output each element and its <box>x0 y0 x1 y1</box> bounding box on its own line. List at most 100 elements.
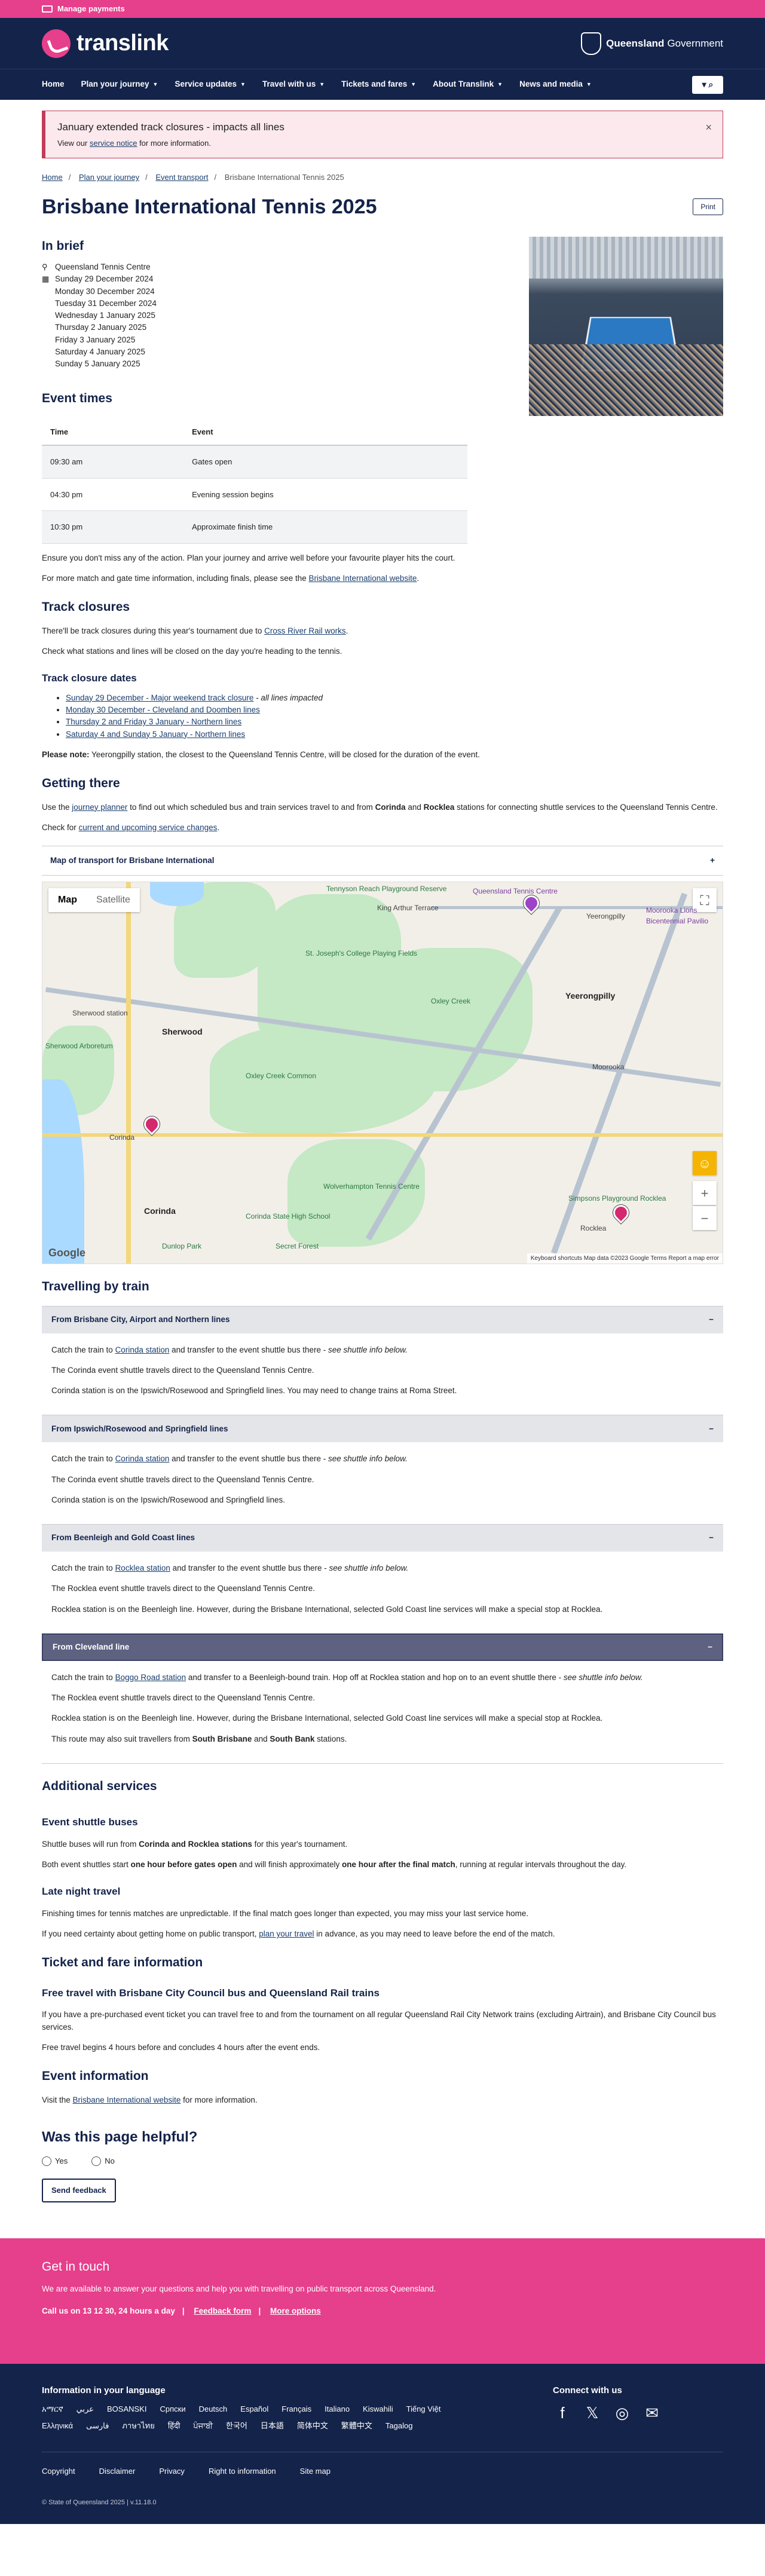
brisbane-international-website-link[interactable]: Brisbane International website <box>73 2095 181 2104</box>
privacy-link[interactable]: Privacy <box>159 2465 185 2477</box>
language-link[interactable]: فارسی <box>86 2420 109 2432</box>
station-link[interactable]: Corinda station <box>115 1345 170 1354</box>
closure-link[interactable]: Thursday 2 and Friday 3 January - Northe… <box>66 717 241 726</box>
zoom-in-icon[interactable]: + <box>693 1181 717 1205</box>
print-button[interactable]: Print <box>693 198 723 215</box>
accordion-toggle[interactable]: From Beenleigh and Gold Coast lines − <box>42 1524 723 1552</box>
event-date: Monday 30 December 2024 <box>55 286 155 296</box>
radio-icon[interactable] <box>42 2156 51 2166</box>
yes-option[interactable]: Yes <box>42 2155 79 2167</box>
breadcrumb-event-transport[interactable]: Event transport <box>155 173 208 182</box>
nav-item-home[interactable]: Home <box>42 78 65 90</box>
nav-item-about-translink[interactable]: About Translink ▼ <box>433 78 503 90</box>
language-link[interactable]: 日本語 <box>261 2420 284 2432</box>
call-us-text[interactable]: Call us on 13 12 30, 24 hours a day <box>42 2306 175 2315</box>
nav-item-tickets-and-fares[interactable]: Tickets and fares ▼ <box>341 78 416 90</box>
language-link[interactable]: Italiano <box>325 2403 350 2415</box>
language-link[interactable]: Tiếng Việt <box>406 2403 441 2415</box>
disclaimer-link[interactable]: Disclaimer <box>99 2465 136 2477</box>
zoom-out-icon[interactable]: − <box>693 1206 717 1230</box>
nav-item-service-updates[interactable]: Service updates ▼ <box>175 78 245 90</box>
nav-item-news-and-media[interactable]: News and media ▼ <box>519 78 592 90</box>
breadcrumb-plan-your-journey[interactable]: Plan your journey <box>79 173 139 182</box>
language-link[interactable]: Français <box>281 2403 311 2415</box>
satellite-tab[interactable]: Satellite <box>87 888 140 912</box>
send-feedback-button[interactable]: Send feedback <box>42 2179 116 2202</box>
breadcrumb-home[interactable]: Home <box>42 173 63 182</box>
language-link[interactable]: አማርኛ <box>42 2403 63 2415</box>
language-link[interactable]: 简体中文 <box>297 2420 328 2432</box>
brisbane-international-link[interactable]: Brisbane International website <box>308 574 417 583</box>
map-label: Moorooka Lions Bicentennial Pavilio <box>646 906 709 925</box>
right-to-information-link[interactable]: Right to information <box>209 2465 276 2477</box>
text-italic: see shuttle info below. <box>328 1454 408 1464</box>
language-link[interactable]: 繁體中文 <box>341 2420 372 2432</box>
feedback-form-link[interactable]: Feedback form <box>194 2306 251 2315</box>
station-link[interactable]: Boggo Road station <box>115 1673 186 1682</box>
accordion-paragraph: The Corinda event shuttle travels direct… <box>51 1365 314 1375</box>
yes-label: Yes <box>55 2156 68 2165</box>
translink-logo[interactable]: translink <box>42 26 169 60</box>
closure-link[interactable]: Monday 30 December - Cleveland and Doomb… <box>66 705 260 714</box>
instagram-icon[interactable]: ◎ <box>613 2403 632 2422</box>
please-note-label: Please note: <box>42 749 90 759</box>
transport-map[interactable]: Map Satellite ⛶ ☺ + − Tennyson Reach Pla… <box>42 882 723 1264</box>
accordion-toggle[interactable]: From Cleveland line − <box>42 1633 723 1661</box>
site-map-link[interactable]: Site map <box>300 2465 331 2477</box>
in-brief-content: In brief ⚲ Queensland Tennis Centre ▦ Sun… <box>42 237 467 544</box>
alert-text: View our service notice for more informa… <box>57 137 711 149</box>
radio-icon[interactable] <box>91 2156 102 2166</box>
x-twitter-icon[interactable]: 𝕏 <box>583 2403 602 2422</box>
facebook-icon[interactable]: f <box>553 2403 572 2422</box>
language-link[interactable]: हिंदी <box>168 2420 180 2432</box>
accordion-toggle[interactable]: From Ipswich/Rosewood and Springfield li… <box>42 1415 723 1443</box>
nav-item-plan-your-journey[interactable]: Plan your journey ▼ <box>81 78 158 90</box>
copyright-link[interactable]: Copyright <box>42 2465 75 2477</box>
queensland-government-logo[interactable]: Queensland Government <box>581 32 723 55</box>
service-notice-link[interactable]: service notice <box>90 139 137 148</box>
map-label: Corinda <box>144 1206 176 1216</box>
text: There'll be track closures during this y… <box>42 626 265 635</box>
journey-planner-link[interactable]: journey planner <box>72 803 127 812</box>
manage-payments-bar[interactable]: Manage payments <box>0 0 765 18</box>
no-option[interactable]: No <box>91 2155 127 2167</box>
language-link[interactable]: BOSANSKI <box>107 2403 146 2415</box>
corinda-station-marker-icon[interactable] <box>140 1113 163 1136</box>
map-label: Sherwood station <box>72 1009 128 1017</box>
language-link[interactable]: Ελληνικά <box>42 2420 73 2432</box>
map-accordion-toggle[interactable]: Map of transport for Brisbane Internatio… <box>42 846 723 876</box>
search-icon: ▾ ⌕ <box>702 79 714 89</box>
accordion-toggle[interactable]: From Brisbane City, Airport and Northern… <box>42 1305 723 1333</box>
search-button[interactable]: ▾ ⌕ <box>692 75 723 94</box>
street-view-icon[interactable]: ☺ <box>693 1151 717 1175</box>
map-river <box>150 882 204 906</box>
language-link[interactable]: 한국어 <box>226 2420 247 2432</box>
station-link[interactable]: Rocklea station <box>115 1564 170 1572</box>
language-link[interactable]: Tagalog <box>385 2420 413 2432</box>
nav-item-travel-with-us[interactable]: Travel with us ▼ <box>262 78 325 90</box>
language-link[interactable]: Kiswahili <box>363 2403 393 2415</box>
get-in-touch-text: We are available to answer your question… <box>42 2284 436 2294</box>
closure-link[interactable]: Saturday 4 and Sunday 5 January - Northe… <box>66 730 245 739</box>
language-link[interactable]: Deutsch <box>199 2403 228 2415</box>
cross-river-rail-link[interactable]: Cross River Rail works <box>264 626 346 635</box>
language-link[interactable]: ਪੰਜਾਬੀ <box>193 2420 213 2432</box>
plan-your-travel-link[interactable]: plan your travel <box>259 1929 314 1938</box>
language-link[interactable]: ภาษาไทย <box>122 2420 154 2432</box>
accordion-paragraph: The Corinda event shuttle travels direct… <box>51 1474 314 1484</box>
more-options-link[interactable]: More options <box>270 2306 321 2315</box>
map-tab[interactable]: Map <box>48 888 87 912</box>
map-attribution[interactable]: Keyboard shortcuts Map data ©2023 Google… <box>527 1253 723 1263</box>
service-changes-link[interactable]: current and upcoming service changes <box>79 823 218 832</box>
text-italic: see shuttle info below. <box>329 1564 409 1572</box>
language-link[interactable]: Српски <box>160 2403 185 2415</box>
station-link[interactable]: Corinda station <box>115 1454 170 1463</box>
email-icon[interactable]: ✉ <box>642 2403 662 2422</box>
close-icon[interactable]: × <box>705 120 712 136</box>
rocklea-station-marker-icon[interactable] <box>610 1201 632 1224</box>
language-link[interactable]: Español <box>240 2403 268 2415</box>
event-cell: Approximate finish time <box>183 510 467 544</box>
text: in advance, as you may need to leave bef… <box>314 1929 555 1938</box>
language-link[interactable]: عربي <box>76 2403 94 2415</box>
closure-link[interactable]: Sunday 29 December - Major weekend track… <box>66 693 253 702</box>
